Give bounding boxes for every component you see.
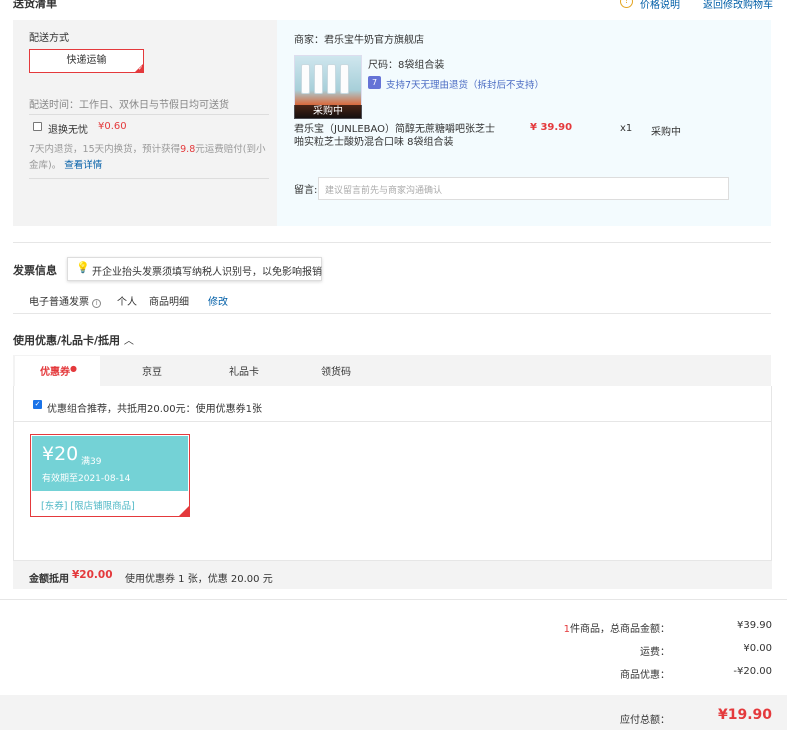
coupon-tags: [东券] [限店铺限商品] — [41, 501, 135, 512]
back-to-cart-link[interactable]: 返回修改购物车 — [703, 0, 773, 11]
product-purchasing-tag: 采购中 — [294, 105, 362, 119]
discount-label: 金额抵用 — [29, 574, 69, 585]
worry-free-label: 退换无忧 — [48, 125, 88, 136]
divider — [29, 178, 269, 179]
invoice-type: 电子普通发票 i — [29, 293, 102, 308]
coupons-section-title[interactable]: 使用优惠/礼品卡/抵用 ︿ — [13, 332, 134, 348]
price-note-link[interactable]: 价格说明 — [640, 0, 680, 11]
invoice-edit-link[interactable]: 修改 — [208, 293, 228, 308]
invoice-title: 发票信息 — [13, 264, 57, 277]
goods-discount-label: 商品优惠： — [620, 670, 670, 681]
coupon-amount: ¥20 — [42, 443, 79, 465]
payable-label: 应付总额： — [620, 715, 670, 726]
view-details-link[interactable]: 查看详情 — [64, 160, 102, 171]
express-delivery-label: 快递运输 — [66, 55, 107, 66]
combo-recommend-text: 优惠组合推荐，共抵用20.00元：使用优惠券1张 — [47, 404, 262, 415]
invoice-content: 商品明细 — [149, 297, 189, 308]
worry-free-desc-amount: 9.8 — [180, 144, 196, 155]
delivery-time: 配送时间：工作日、双休日与节假日均可送货 — [29, 100, 229, 111]
product-size: 尺码：8袋组合装 — [368, 60, 445, 71]
shipping-fee: ¥0.00 — [743, 643, 772, 654]
product-status: 采购中 — [651, 127, 681, 138]
section-divider — [13, 313, 771, 314]
coupon-tab-bar — [13, 355, 771, 386]
section-divider — [13, 242, 771, 243]
shipping-method-label: 配送方式 — [29, 33, 69, 44]
worry-free-description: 7天内退货，15天内换货，预计获得9.8元运费赔付(到小 金库)。 查看详情 — [29, 142, 269, 174]
invoice-tooltip: 开企业抬头发票须填写纳税人识别号，以免影响报销 — [67, 257, 322, 281]
return-policy: 支持7天无理由退货（拆封后不支持） — [386, 80, 545, 91]
check-icon: ✓ — [137, 65, 143, 72]
invoice-owner: 个人 — [117, 297, 137, 308]
goods-total: ¥39.90 — [737, 620, 772, 631]
product-price: ¥ 39.90 — [530, 122, 573, 133]
tab-jingdou[interactable]: 京豆 — [142, 363, 162, 378]
lightbulb-icon: 💡 — [76, 261, 90, 274]
payable-amount: ¥19.90 — [717, 707, 772, 723]
goods-discount: -¥20.00 — [733, 666, 772, 677]
section-title-delivery-list: 送货清单 — [13, 0, 57, 10]
product-name[interactable]: 君乐宝（JUNLEBAO）简醇无蔗糖嚼吧张芝士 啪实粒芝士酸奶混合口味 8袋组合… — [294, 123, 499, 149]
worry-free-price: ¥0.60 — [98, 121, 127, 132]
coupon-threshold: 满39 — [81, 457, 102, 467]
warning-icon: ! — [620, 0, 633, 8]
discount-amount: ¥20.00 — [72, 569, 113, 581]
goods-total-label: 1件商品，总商品金额： — [480, 620, 670, 635]
tab-coupon-label: 优惠券 — [40, 367, 70, 378]
product-name-line1: 君乐宝（JUNLEBAO）简醇无蔗糖嚼吧张芝士 — [294, 124, 496, 135]
section-divider — [0, 599, 787, 600]
merchant-name: 商家：君乐宝牛奶官方旗舰店 — [294, 35, 424, 46]
worry-free-checkbox[interactable] — [33, 122, 42, 131]
chevron-up-icon: ︿ — [123, 336, 134, 347]
discount-description: 使用优惠券 1 张，优惠 20.00 元 — [125, 574, 273, 585]
worry-free-desc-part3: 金库)。 — [29, 160, 62, 171]
divider — [14, 421, 771, 422]
tab-gift-card[interactable]: 礼品卡 — [229, 363, 259, 378]
worry-free-desc-part2: 元运费赔付(到小 — [195, 144, 266, 155]
note-input[interactable]: 建议留言前先与商家沟通确认 — [318, 177, 729, 200]
express-delivery-option[interactable]: 快递运输 ✓ — [29, 49, 144, 73]
note-label: 留言: — [294, 185, 318, 196]
combo-recommend-checkbox[interactable]: ✓ — [33, 400, 42, 409]
coupons-title-text: 使用优惠/礼品卡/抵用 — [13, 334, 121, 347]
coupon-selected-corner-icon — [178, 506, 189, 517]
item-count-label: 件商品，总商品金额： — [570, 624, 670, 635]
invoice-type-label: 电子普通发票 — [29, 297, 89, 308]
product-name-line2: 啪实粒芝士酸奶混合口味 8袋组合装 — [294, 137, 454, 148]
tab-coupon[interactable]: 优惠券● — [40, 363, 77, 378]
product-quantity: x1 — [620, 123, 633, 134]
worry-free-desc-part1: 7天内退货，15天内换货，预计获得 — [29, 144, 181, 155]
tab-redeem-code[interactable]: 领货码 — [321, 363, 351, 378]
red-dot-icon: ● — [70, 364, 77, 373]
shipping-fee-label: 运费： — [640, 647, 670, 658]
divider — [29, 114, 269, 115]
coupon-expiry: 有效期至2021-08-14 — [42, 474, 131, 484]
seven-day-return-icon: 7 — [368, 76, 381, 89]
info-icon[interactable]: i — [92, 299, 102, 308]
